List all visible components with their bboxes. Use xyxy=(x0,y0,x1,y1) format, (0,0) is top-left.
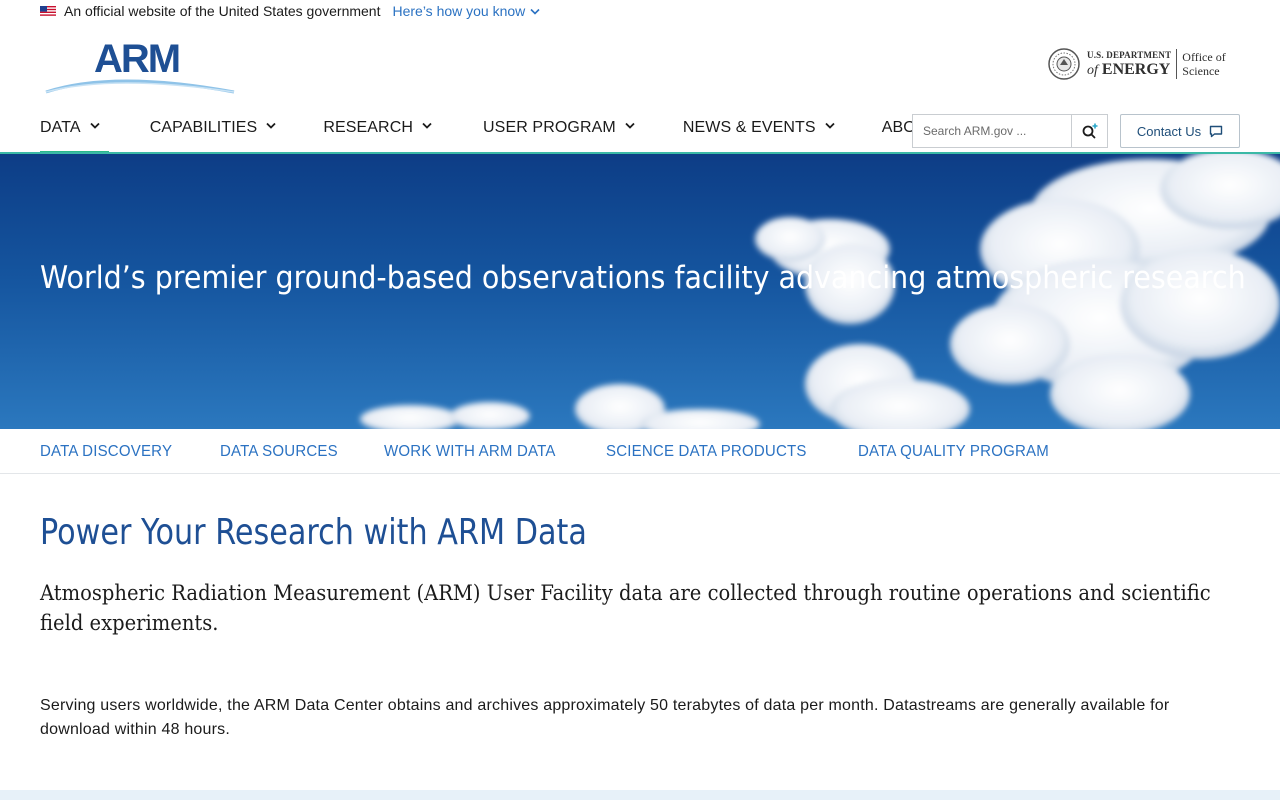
site-search xyxy=(912,114,1108,148)
doe-divider xyxy=(1176,49,1178,79)
nav-item-label: RESEARCH xyxy=(323,119,414,136)
data-subnav: DATA DISCOVERY DATA SOURCES WORK WITH AR… xyxy=(0,429,1280,474)
nav-item-user-program[interactable]: USER PROGRAM xyxy=(483,112,635,154)
office-of-science-text: Office of Science xyxy=(1182,50,1225,78)
doe-office-of-science-logo[interactable]: U.S. DEPARTMENT of ENERGY Office of Scie… xyxy=(1048,46,1240,82)
heres-how-you-know-label: Here’s how you know xyxy=(392,3,526,19)
subnav-item-work-with-arm-data[interactable]: WORK WITH ARM DATA xyxy=(384,443,556,461)
doe-department-text: U.S. DEPARTMENT of ENERGY xyxy=(1087,49,1172,78)
office-line2: Science xyxy=(1182,64,1220,78)
chat-bubble-icon xyxy=(1209,125,1223,137)
nav-item-label: DATA xyxy=(40,119,81,136)
gov-banner: An official website of the United States… xyxy=(40,0,540,22)
subnav-item-data-discovery[interactable]: DATA DISCOVERY xyxy=(40,443,172,461)
arm-logo-graphic: ARM xyxy=(45,37,235,94)
subnav-item-science-data-products[interactable]: SCIENCE DATA PRODUCTS xyxy=(606,443,807,461)
subnav-item-data-quality-program[interactable]: DATA QUALITY PROGRAM xyxy=(858,443,1049,461)
arm-logo-text: ARM xyxy=(94,37,179,81)
doe-line2: of ENERGY xyxy=(1087,60,1171,78)
nav-item-research[interactable]: RESEARCH xyxy=(323,112,432,154)
arm-logo[interactable]: ARM xyxy=(44,36,239,96)
contact-us-label: Contact Us xyxy=(1136,123,1202,139)
nav-item-label: CAPABILITIES xyxy=(149,119,258,136)
lead-paragraph: Atmospheric Radiation Measurement (ARM) … xyxy=(40,581,1211,635)
next-section-band xyxy=(0,790,1280,800)
main-nav: DATA CAPABILITIES RESEARCH USER PROGRAM … xyxy=(40,112,956,155)
search-sparkle-icon xyxy=(1082,123,1097,139)
chevron-down-icon xyxy=(422,122,432,129)
chevron-down-icon xyxy=(625,122,635,129)
body-paragraph: Serving users worldwide, the ARM Data Ce… xyxy=(40,697,1170,738)
us-flag-icon xyxy=(40,5,56,17)
nav-item-news-events[interactable]: NEWS & EVENTS xyxy=(683,112,835,154)
doe-of: of xyxy=(1087,62,1098,78)
chevron-down-icon xyxy=(825,122,835,129)
doe-energy: ENERGY xyxy=(1101,60,1171,78)
chevron-down-icon xyxy=(530,8,540,15)
doe-seal-icon xyxy=(1048,48,1080,80)
chevron-down-icon xyxy=(266,122,276,129)
nav-item-label: USER PROGRAM xyxy=(483,119,616,136)
office-line1: Office of xyxy=(1182,50,1226,64)
page-title: Power Your Research with ARM Data xyxy=(40,512,587,553)
contact-us-button[interactable]: Contact Us xyxy=(1120,114,1240,148)
gov-banner-text: An official website of the United States… xyxy=(64,3,381,19)
chevron-down-icon xyxy=(90,122,100,129)
nav-item-label: NEWS & EVENTS xyxy=(682,119,816,136)
hero-title: World’s premier ground-based observation… xyxy=(40,260,1246,296)
heres-how-you-know-link[interactable]: Here’s how you know xyxy=(392,3,540,19)
hero-banner: World’s premier ground-based observation… xyxy=(0,154,1280,429)
subnav-item-data-sources[interactable]: DATA SOURCES xyxy=(220,443,338,461)
nav-item-capabilities[interactable]: CAPABILITIES xyxy=(150,112,277,154)
search-button[interactable] xyxy=(1071,114,1108,148)
nav-item-data[interactable]: DATA xyxy=(40,112,109,155)
search-input[interactable] xyxy=(912,114,1071,148)
doe-line1: U.S. DEPARTMENT xyxy=(1087,49,1172,60)
